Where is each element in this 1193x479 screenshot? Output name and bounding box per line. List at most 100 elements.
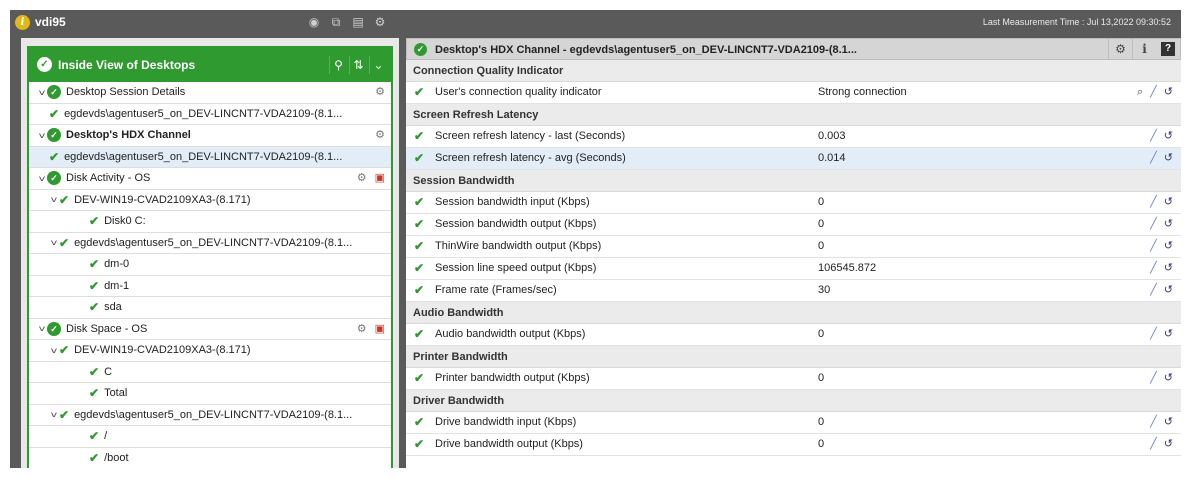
tree-node[interactable]: v ✓ Desktop's HDX Channel ⚙ (29, 125, 391, 147)
graph-icon[interactable]: ╱ (1150, 434, 1157, 455)
chevron-down-icon[interactable]: v (47, 346, 61, 355)
search-icon[interactable]: ⌕ (1137, 82, 1143, 103)
status-ok-icon: ✓ (47, 321, 61, 336)
graph-icon[interactable]: ╱ (1150, 280, 1157, 301)
graph-icon[interactable]: ╱ (1150, 82, 1157, 103)
tree-node[interactable]: v ✔ DEV-WIN19-CVAD2109XA3-(8.171) (29, 340, 391, 362)
measure-name: Session bandwidth input (Kbps) (435, 196, 590, 208)
history-icon[interactable]: ↺ (1164, 258, 1173, 279)
measure-name: User's connection quality indicator (435, 86, 602, 98)
config-icon[interactable]: ⚙ (372, 14, 388, 30)
measure-name: Screen refresh latency - avg (Seconds) (435, 152, 626, 164)
history-icon[interactable]: ↺ (1164, 434, 1173, 455)
chevron-down-icon[interactable]: v (47, 238, 61, 247)
history-icon[interactable]: ↺ (1164, 368, 1173, 389)
tree-leaf[interactable]: ✔ dm-1 (29, 276, 391, 297)
history-icon[interactable]: ↺ (1164, 192, 1173, 213)
history-icon[interactable]: ↺ (1164, 148, 1173, 169)
help-icon[interactable]: ? (1161, 42, 1175, 56)
history-icon[interactable]: ↺ (1164, 236, 1173, 257)
section-header: Driver Bandwidth (406, 390, 1181, 412)
measure-value: 0 (818, 196, 825, 208)
history-icon[interactable]: ↺ (1164, 280, 1173, 301)
report-icon[interactable]: ▣ (375, 171, 385, 184)
collapse-all-icon[interactable]: ⇅ (349, 56, 367, 74)
tree-label: Desktop's HDX Channel (66, 129, 191, 142)
chevron-down-icon[interactable]: v (47, 195, 61, 204)
tree-leaf[interactable]: ✔ Total (29, 383, 391, 405)
tree-label: DEV-WIN19-CVAD2109XA3-(8.171) (74, 193, 251, 206)
history-icon[interactable]: ↺ (1164, 412, 1173, 433)
config-icon[interactable]: ⚙ (1108, 39, 1132, 59)
tree-node[interactable]: v ✔ egdevds\agentuser5_on_DEV-LINCNT7-VDA2… (29, 233, 391, 254)
tree-label: egdevds\agentuser5_on_DEV-LINCNT7-VDA210… (74, 408, 353, 421)
row-actions: ╱ ↺ (1150, 192, 1173, 213)
measure-name: Drive bandwidth output (Kbps) (435, 438, 583, 450)
history-icon[interactable]: ↺ (1164, 126, 1173, 147)
tree-leaf[interactable]: ✔ C (29, 362, 391, 383)
config-icon[interactable]: ⚙ (375, 128, 385, 141)
detail-title: Desktop's HDX Channel - egdevds\agentuse… (435, 44, 857, 56)
graph-icon[interactable]: ╱ (1150, 148, 1157, 169)
tree-node[interactable]: v ✔ egdevds\agentuser5_on_DEV-LINCNT7-VDA2… (29, 405, 391, 426)
graph-icon[interactable]: ╱ (1150, 324, 1157, 345)
measure-name: Audio bandwidth output (Kbps) (435, 328, 586, 340)
bar-chart-icon[interactable]: ▤ (350, 14, 366, 30)
tree-leaf[interactable]: ✔ dm-0 (29, 254, 391, 276)
tree-leaf[interactable]: ✔ /boot (29, 448, 391, 469)
measure-value: 0 (818, 438, 825, 450)
chevron-down-icon[interactable]: v (47, 410, 61, 419)
tree-label: Total (104, 387, 128, 400)
checkmark-icon: ✔ (414, 415, 425, 429)
header-actions: ⚲ ⇅ ⌄ (329, 56, 387, 74)
report-icon[interactable]: ▣ (375, 322, 385, 335)
last-measurement-time: Last Measurement Time : Jul 13,2022 09:3… (982, 17, 1171, 27)
chevron-down-icon[interactable]: v (35, 174, 49, 183)
tree-leaf[interactable]: ✔ sda (29, 297, 391, 319)
graph-icon[interactable]: ╱ (1150, 258, 1157, 279)
graph-icon[interactable]: ╱ (1150, 214, 1157, 235)
measure-row: ✔ Audio bandwidth output (Kbps) 0 ╱ ↺ (406, 324, 1181, 346)
tree-node[interactable]: v ✓ Disk Space - OS ⚙ ▣ (29, 319, 391, 340)
tree-node[interactable]: v ✓ Disk Activity - OS ⚙ ▣ (29, 168, 391, 190)
tree-leaf[interactable]: ✔ Disk0 C: (29, 211, 391, 233)
history-icon[interactable]: ↺ (1164, 82, 1173, 103)
tree-leaf[interactable]: ✔ / (29, 426, 391, 448)
config-icon[interactable]: ⚙ (357, 322, 367, 335)
graph-icon[interactable]: ╱ (1150, 192, 1157, 213)
tree-label: Disk Space - OS (66, 322, 148, 335)
chevron-down-icon[interactable]: v (35, 324, 49, 333)
graph-icon[interactable]: ╱ (1150, 368, 1157, 389)
chevron-down-icon[interactable]: v (35, 131, 49, 140)
search-icon[interactable]: ⚲ (329, 56, 347, 74)
chevron-down-icon[interactable]: ⌄ (369, 56, 387, 74)
status-ok-icon: ✓ (47, 85, 61, 100)
tree-leaf[interactable]: ✔ egdevds\agentuser5_on_DEV-LINCNT7-VDA21… (29, 104, 391, 125)
tree-node[interactable]: v ✔ DEV-WIN19-CVAD2109XA3-(8.171) (29, 190, 391, 211)
config-icon[interactable]: ⚙ (357, 171, 367, 184)
tree-leaf[interactable]: ✔ egdevds\agentuser5_on_DEV-LINCNT7-VDA21… (29, 146, 391, 168)
measure-row: ✔ Session bandwidth output (Kbps) 0 ╱ ↺ (406, 214, 1181, 236)
tree-label: Desktop Session Details (66, 86, 186, 99)
copy-icon[interactable]: ⧉ (328, 14, 344, 30)
status-ok-icon: ✓ (47, 171, 61, 186)
config-icon[interactable]: ⚙ (375, 85, 385, 98)
info-icon[interactable]: i (1132, 39, 1156, 59)
chevron-down-icon[interactable]: v (35, 88, 49, 97)
tree-node[interactable]: v ✓ Desktop Session Details ⚙ (29, 82, 391, 104)
graph-icon[interactable]: ╱ (1150, 236, 1157, 257)
alert-icon[interactable]: ◉ (306, 14, 322, 30)
tree-label: /boot (104, 451, 129, 464)
graph-icon[interactable]: ╱ (1150, 412, 1157, 433)
history-icon[interactable]: ↺ (1164, 214, 1173, 235)
checkmark-icon: ✔ (414, 85, 425, 99)
graph-icon[interactable]: ╱ (1150, 126, 1157, 147)
checkmark-icon: ✔ (89, 364, 100, 379)
top-bar: i vdi95 ◉ ⧉ ▤ ⚙ Last Measurement Time : … (10, 10, 1181, 36)
measure-name: Drive bandwidth input (Kbps) (435, 416, 577, 428)
history-icon[interactable]: ↺ (1164, 324, 1173, 345)
measure-row: ✔ Session line speed output (Kbps) 106545.… (406, 258, 1181, 280)
tree-label: dm-1 (104, 279, 130, 292)
tree-label: egdevds\agentuser5_on_DEV-LINCNT7-VDA210… (74, 236, 353, 249)
checkmark-icon: ✔ (414, 283, 425, 297)
